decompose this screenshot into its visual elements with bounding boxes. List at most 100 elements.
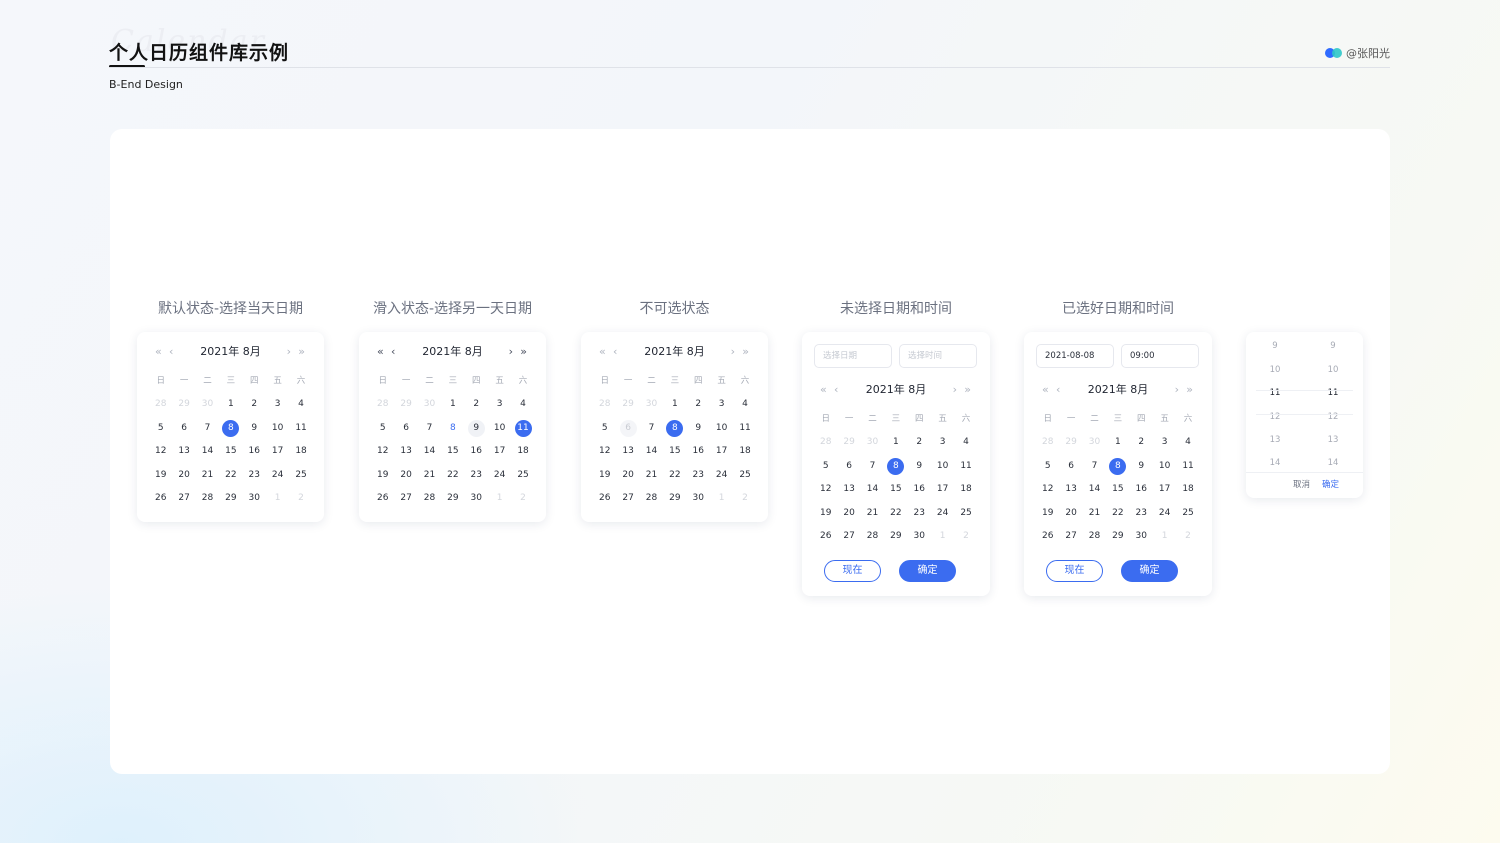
- date-cell[interactable]: 30: [418, 393, 441, 416]
- date-cell[interactable]: 27: [616, 487, 639, 510]
- date-cell[interactable]: 18: [511, 440, 534, 463]
- date-cell[interactable]: 8: [441, 417, 464, 440]
- date-cell[interactable]: 29: [663, 487, 686, 510]
- date-cell[interactable]: 30: [1083, 431, 1106, 454]
- date-cell[interactable]: 28: [1036, 431, 1059, 454]
- date-cell[interactable]: 11: [733, 417, 756, 440]
- date-cell[interactable]: 2: [465, 393, 488, 416]
- date-cell[interactable]: 17: [488, 440, 511, 463]
- date-cell[interactable]: 5: [814, 455, 837, 478]
- date-cell[interactable]: 15: [663, 440, 686, 463]
- date-cell[interactable]: 28: [640, 487, 663, 510]
- date-cell[interactable]: 4: [733, 393, 756, 416]
- date-input[interactable]: 选择日期: [814, 344, 892, 368]
- date-cell[interactable]: 6: [172, 417, 195, 440]
- date-cell[interactable]: 24: [710, 464, 733, 487]
- date-cell[interactable]: 6: [394, 417, 417, 440]
- date-cell[interactable]: 21: [196, 464, 219, 487]
- date-cell[interactable]: 6: [837, 455, 860, 478]
- date-cell[interactable]: 23: [687, 464, 710, 487]
- date-cell[interactable]: 19: [814, 502, 837, 525]
- date-cell[interactable]: 7: [640, 417, 663, 440]
- date-cell-selected[interactable]: 8: [219, 417, 242, 440]
- date-cell[interactable]: 24: [931, 502, 954, 525]
- date-cell[interactable]: 25: [954, 502, 977, 525]
- date-cell[interactable]: 9: [243, 417, 266, 440]
- date-cell[interactable]: 2: [289, 487, 312, 510]
- date-cell[interactable]: 26: [593, 487, 616, 510]
- date-cell[interactable]: 14: [1083, 478, 1106, 501]
- confirm-button[interactable]: 确定: [1121, 560, 1178, 582]
- next-year-icon[interactable]: »: [298, 342, 306, 362]
- date-cell[interactable]: 15: [441, 440, 464, 463]
- date-cell[interactable]: 12: [593, 440, 616, 463]
- cancel-button[interactable]: 取消: [1293, 478, 1310, 490]
- date-cell[interactable]: 27: [837, 525, 860, 548]
- date-cell[interactable]: 28: [149, 393, 172, 416]
- hour-option[interactable]: 10: [1246, 359, 1304, 382]
- date-cell[interactable]: 25: [511, 464, 534, 487]
- date-cell[interactable]: 29: [1059, 431, 1082, 454]
- date-cell[interactable]: 9: [908, 455, 931, 478]
- date-cell[interactable]: 14: [418, 440, 441, 463]
- date-cell[interactable]: 20: [172, 464, 195, 487]
- date-cell[interactable]: 28: [861, 525, 884, 548]
- minute-option[interactable]: 12: [1304, 406, 1362, 429]
- date-cell[interactable]: 28: [593, 393, 616, 416]
- date-cell[interactable]: 18: [1176, 478, 1199, 501]
- next-year-icon[interactable]: »: [1186, 380, 1194, 400]
- date-cell[interactable]: 29: [616, 393, 639, 416]
- date-cell[interactable]: 4: [954, 431, 977, 454]
- date-cell[interactable]: 3: [931, 431, 954, 454]
- date-cell[interactable]: 1: [1153, 525, 1176, 548]
- date-cell[interactable]: 24: [1153, 502, 1176, 525]
- date-cell[interactable]: 2: [908, 431, 931, 454]
- date-cell[interactable]: 24: [488, 464, 511, 487]
- date-cell[interactable]: 23: [465, 464, 488, 487]
- hour-column[interactable]: 891011121314: [1246, 332, 1304, 476]
- date-cell[interactable]: 10: [1153, 455, 1176, 478]
- time-input[interactable]: 09:00: [1121, 344, 1199, 368]
- date-cell[interactable]: 16: [1130, 478, 1153, 501]
- date-cell[interactable]: 7: [1083, 455, 1106, 478]
- date-cell[interactable]: 3: [488, 393, 511, 416]
- date-cell[interactable]: 1: [441, 393, 464, 416]
- date-cell[interactable]: 26: [371, 487, 394, 510]
- date-cell[interactable]: 20: [837, 502, 860, 525]
- date-cell[interactable]: 9: [1130, 455, 1153, 478]
- date-cell[interactable]: 26: [149, 487, 172, 510]
- date-cell[interactable]: 17: [1153, 478, 1176, 501]
- date-cell[interactable]: 19: [149, 464, 172, 487]
- next-month-icon[interactable]: ›: [509, 342, 514, 362]
- hour-option[interactable]: 13: [1246, 429, 1304, 452]
- date-cell[interactable]: 4: [1176, 431, 1199, 454]
- date-cell[interactable]: 18: [733, 440, 756, 463]
- date-cell[interactable]: 18: [289, 440, 312, 463]
- date-cell[interactable]: 1: [663, 393, 686, 416]
- date-cell[interactable]: 16: [908, 478, 931, 501]
- date-cell[interactable]: 30: [861, 431, 884, 454]
- date-cell[interactable]: 12: [1036, 478, 1059, 501]
- date-cell[interactable]: 29: [1106, 525, 1129, 548]
- date-cell[interactable]: 1: [488, 487, 511, 510]
- date-cell[interactable]: 7: [196, 417, 219, 440]
- date-cell[interactable]: 16: [687, 440, 710, 463]
- date-cell[interactable]: 16: [465, 440, 488, 463]
- date-cell[interactable]: 9: [465, 417, 488, 440]
- date-cell[interactable]: 2: [243, 393, 266, 416]
- date-cell[interactable]: 7: [418, 417, 441, 440]
- date-cell[interactable]: 4: [289, 393, 312, 416]
- date-cell[interactable]: 14: [861, 478, 884, 501]
- date-cell-selected[interactable]: 8: [663, 417, 686, 440]
- date-cell[interactable]: 11: [954, 455, 977, 478]
- date-cell[interactable]: 13: [616, 440, 639, 463]
- now-button[interactable]: 现在: [824, 560, 881, 582]
- date-cell[interactable]: 13: [837, 478, 860, 501]
- date-cell-selected[interactable]: 11: [511, 417, 534, 440]
- date-cell[interactable]: 15: [884, 478, 907, 501]
- date-cell[interactable]: 1: [931, 525, 954, 548]
- date-cell[interactable]: 26: [814, 525, 837, 548]
- date-cell[interactable]: 22: [663, 464, 686, 487]
- confirm-button[interactable]: 确定: [1322, 478, 1339, 490]
- date-cell[interactable]: 5: [1036, 455, 1059, 478]
